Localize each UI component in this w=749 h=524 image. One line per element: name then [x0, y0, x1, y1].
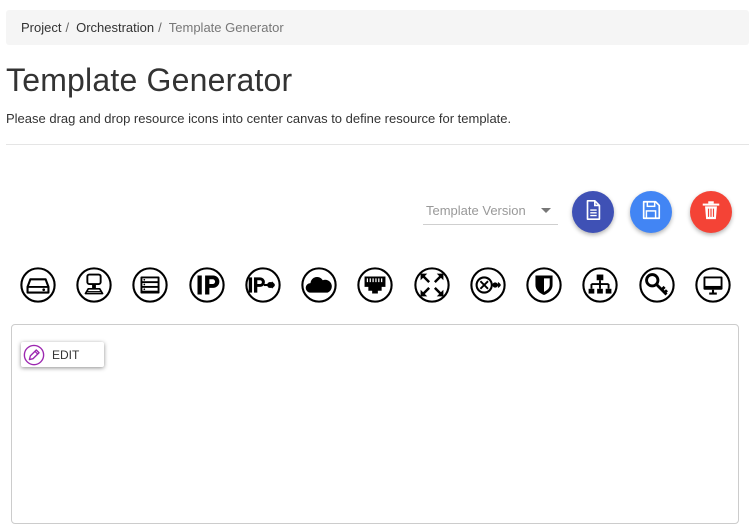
chevron-down-icon — [541, 208, 551, 213]
trash-icon — [700, 199, 722, 226]
template-file-button[interactable] — [572, 191, 614, 233]
server-icon[interactable] — [75, 266, 113, 304]
network-topology-icon[interactable] — [581, 266, 619, 304]
volume-icon[interactable] — [19, 266, 57, 304]
breadcrumb-orchestration[interactable]: Orchestration — [76, 20, 154, 35]
breadcrumb: Project / Orchestration / Template Gener… — [6, 10, 749, 45]
divider — [6, 144, 749, 145]
expand-arrows-icon[interactable] — [413, 266, 451, 304]
edit-label: EDIT — [52, 347, 80, 362]
key-pair-icon[interactable] — [638, 266, 676, 304]
breadcrumb-separator: / — [65, 20, 70, 35]
template-version-placeholder: Template Version — [426, 203, 526, 218]
file-text-icon — [582, 199, 604, 226]
floating-ip-icon[interactable] — [188, 266, 226, 304]
page-description: Please drag and drop resource icons into… — [6, 111, 512, 126]
breadcrumb-project[interactable]: Project — [21, 20, 61, 35]
template-canvas[interactable] — [11, 324, 739, 524]
template-version-select[interactable]: Template Version — [423, 196, 558, 225]
network-port-icon[interactable] — [356, 266, 394, 304]
delete-template-button[interactable] — [690, 191, 732, 233]
security-group-icon[interactable] — [525, 266, 563, 304]
save-icon — [640, 199, 662, 226]
cloud-icon[interactable] — [300, 266, 338, 304]
rack-server-icon[interactable] — [131, 266, 169, 304]
save-template-button[interactable] — [630, 191, 672, 233]
router-icon[interactable] — [469, 266, 507, 304]
edit-button[interactable]: EDIT — [21, 342, 104, 367]
monitor-icon[interactable] — [694, 266, 732, 304]
resource-icon-palette — [19, 266, 739, 306]
pencil-icon — [23, 344, 45, 366]
breadcrumb-current: Template Generator — [168, 20, 284, 35]
breadcrumb-separator: / — [158, 20, 162, 35]
port-ip-icon[interactable] — [244, 266, 282, 304]
page-title: Template Generator — [6, 62, 293, 98]
